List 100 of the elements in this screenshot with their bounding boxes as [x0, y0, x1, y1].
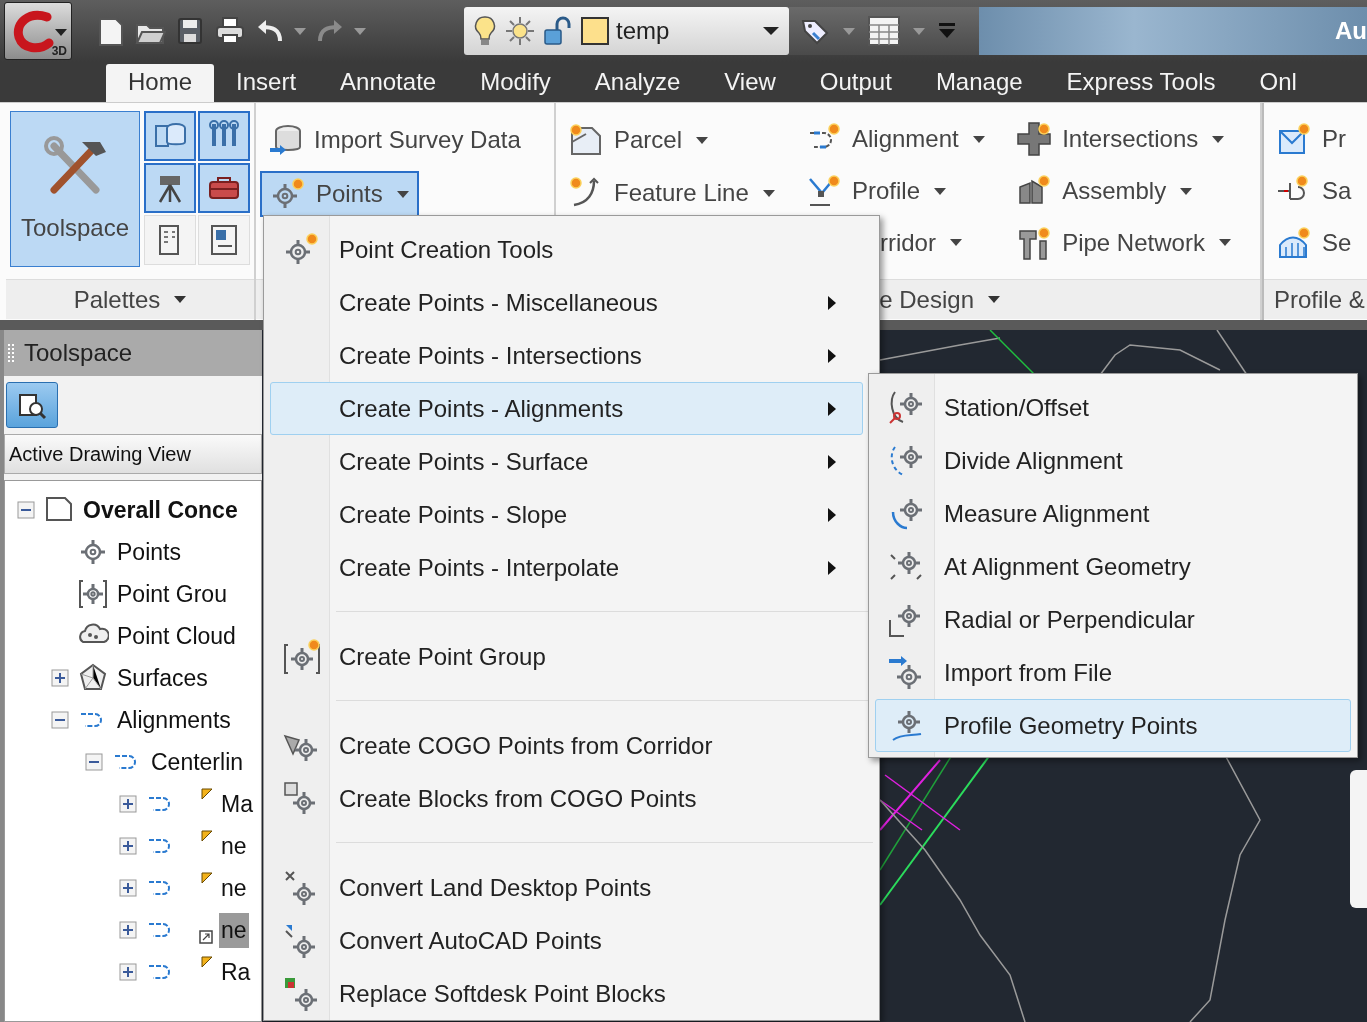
- expand-icon[interactable]: [51, 669, 69, 687]
- expand-icon[interactable]: [119, 879, 137, 897]
- ribbon-tab[interactable]: Express Tools: [1044, 64, 1238, 102]
- ribbon-tool-button[interactable]: Intersections: [1008, 117, 1256, 162]
- menu-item[interactable]: Create Points - Interpolate: [270, 541, 863, 594]
- menu-item[interactable]: At Alignment Geometry: [875, 540, 1351, 593]
- ribbon-tool-button[interactable]: Profile: [797, 168, 1005, 214]
- palette-button[interactable]: [198, 111, 250, 161]
- panel-title: Profile &: [1274, 285, 1365, 314]
- expand-icon[interactable]: [119, 795, 137, 813]
- table-icon: [867, 15, 901, 47]
- point-group-icon: [77, 578, 109, 610]
- tree-item[interactable]: Alignments: [115, 702, 233, 738]
- dropdown-arrow-icon: [294, 27, 306, 35]
- ribbon-tab[interactable]: Insert: [214, 64, 319, 102]
- palette-button[interactable]: [144, 163, 196, 213]
- menu-item[interactable]: Create Points - Alignments: [270, 382, 863, 435]
- tree-item[interactable]: ne: [219, 870, 249, 906]
- unlocked-padlock-icon: [542, 15, 574, 47]
- dropdown-arrow-icon: [763, 27, 779, 35]
- pipe-icon: [1016, 224, 1053, 261]
- tree-item[interactable]: Ra: [219, 954, 253, 990]
- expand-icon[interactable]: [119, 921, 137, 939]
- ribbon-tool-button[interactable]: Pr: [1268, 117, 1363, 161]
- app-menu-button[interactable]: 3D: [4, 2, 72, 60]
- ribbon-tab[interactable]: Annotate: [318, 64, 459, 102]
- point-group-icon: [282, 636, 322, 677]
- grip-icon: [8, 343, 14, 363]
- collapse-icon[interactable]: [51, 711, 69, 729]
- ribbon-tool-button[interactable]: Sa: [1268, 169, 1363, 213]
- menu-item[interactable]: Profile Geometry Points: [875, 699, 1351, 752]
- toolspace-button[interactable]: Toolspace: [10, 111, 140, 267]
- menu-item[interactable]: Create Points - Intersections: [270, 329, 863, 382]
- ribbon-tab[interactable]: Output: [797, 64, 914, 102]
- tree-item[interactable]: ne: [219, 912, 249, 948]
- tree-item[interactable]: Centerlin: [149, 744, 246, 780]
- tree-item[interactable]: Surfaces: [115, 660, 210, 696]
- ribbon-tab[interactable]: Home: [106, 64, 215, 102]
- view-dropdown[interactable]: Active Drawing View: [4, 434, 262, 474]
- ribbon-tab[interactable]: Manage: [913, 64, 1045, 102]
- ribbon-tool-button[interactable]: Alignment: [797, 117, 1005, 162]
- dropdown-arrow-icon: [843, 27, 855, 35]
- menu-item[interactable]: Replace Softdesk Point Blocks: [270, 967, 863, 1020]
- tree-item[interactable]: ne: [219, 828, 249, 864]
- ribbon-tool-button[interactable]: Se: [1268, 221, 1363, 265]
- menu-item[interactable]: Station/Offset: [875, 381, 1351, 434]
- menu-item[interactable]: Divide Alignment: [875, 434, 1351, 487]
- panel-title: e Design: [879, 285, 974, 314]
- menu-item[interactable]: Convert AutoCAD Points: [270, 914, 863, 967]
- menu-item[interactable]: Measure Alignment: [875, 487, 1351, 540]
- profile-view-icon: [1276, 121, 1312, 157]
- ribbon-tool-button[interactable]: Assembly: [1008, 168, 1256, 214]
- light-bulb-icon: [472, 14, 498, 48]
- dropdown-arrow-icon: [174, 296, 187, 303]
- menu-item[interactable]: Create Point Group: [270, 630, 863, 683]
- ribbon-tool-button[interactable]: Import Survey Data: [260, 117, 550, 163]
- menu-item[interactable]: Radial or Perpendicular: [875, 593, 1351, 646]
- database-import-icon: [268, 122, 304, 158]
- ribbon-tab[interactable]: View: [702, 64, 798, 102]
- tree-item[interactable]: Ma: [219, 786, 255, 822]
- menu-item[interactable]: Import from File: [875, 646, 1351, 699]
- layer-dropdown[interactable]: temp: [464, 7, 789, 55]
- submenu-arrow-icon: [828, 507, 836, 522]
- window-title: Au: [1335, 17, 1367, 45]
- ribbon-tab[interactable]: Analyze: [572, 64, 703, 102]
- parcel-icon: [568, 122, 604, 158]
- tree-item[interactable]: Point Cloud: [115, 618, 238, 654]
- tree-item[interactable]: Point Grou: [115, 576, 229, 612]
- menu-item[interactable]: Create Blocks from COGO Points: [270, 772, 863, 825]
- submenu-arrow-icon: [828, 348, 836, 363]
- section-view-icon: [1276, 225, 1312, 261]
- expand-icon[interactable]: [119, 837, 137, 855]
- collapse-icon[interactable]: [17, 501, 35, 519]
- submenu-arrow-icon: [828, 295, 836, 310]
- dropdown-arrow-icon: [913, 27, 925, 35]
- dropdown-arrow-icon: [354, 27, 366, 35]
- tree-item[interactable]: Overall Conce: [81, 492, 240, 528]
- dropdown-arrow-icon: [988, 296, 1000, 303]
- menu-item[interactable]: Create Points - Slope: [270, 488, 863, 541]
- tree-item[interactable]: Points: [115, 534, 183, 570]
- panel-title-bar[interactable]: Profile &: [1264, 279, 1367, 319]
- menu-item[interactable]: Convert Land Desktop Points: [270, 861, 863, 914]
- menu-item[interactable]: Create Points - Surface: [270, 435, 863, 488]
- ribbon-tool-button[interactable]: Feature Line: [560, 170, 794, 216]
- view-button[interactable]: [6, 382, 58, 428]
- expand-icon[interactable]: [119, 963, 137, 981]
- menu-item[interactable]: Create COGO Points from Corridor: [270, 719, 863, 772]
- ribbon-tool-button[interactable]: Points: [260, 171, 419, 217]
- ribbon-tool-button[interactable]: Parcel: [560, 117, 794, 163]
- ribbon-tab[interactable]: Modify: [458, 64, 573, 102]
- panel-title: Palettes: [73, 285, 161, 314]
- palette-button[interactable]: [198, 163, 250, 213]
- palette-button[interactable]: [144, 111, 196, 161]
- dropdown-arrow-icon: [55, 29, 67, 36]
- ribbon-tab[interactable]: Onl: [1237, 64, 1319, 102]
- alignment-line: [989, 330, 1036, 376]
- ribbon-tool-button[interactable]: Pipe Network: [1008, 220, 1256, 265]
- collapse-icon[interactable]: [85, 753, 103, 771]
- submenu-arrow-icon: [828, 454, 836, 469]
- panel-title-bar[interactable]: Palettes: [6, 279, 254, 319]
